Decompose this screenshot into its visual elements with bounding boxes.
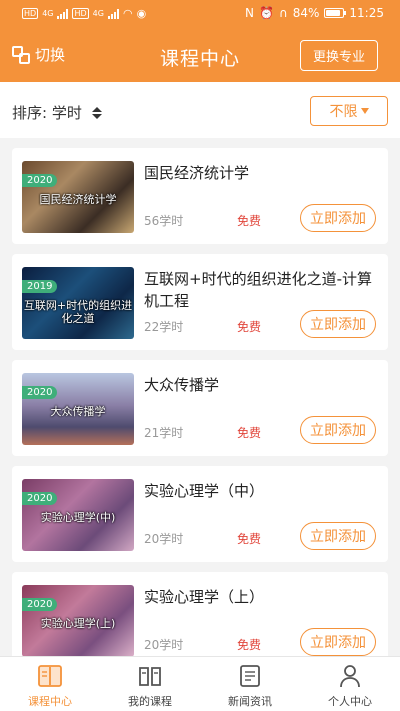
price-label: 免费 <box>237 532 262 546</box>
course-thumbnail: 2020 实验心理学(中) <box>22 479 134 551</box>
year-tag: 2020 <box>22 174 58 187</box>
course-card[interactable]: 2019 互联网+时代的组织进化之道 互联网+时代的组织进化之道-计算机工程 2… <box>12 254 388 350</box>
course-hours: 20学时 <box>144 532 184 546</box>
sort-bar: 排序: 学时 不限 <box>0 82 400 138</box>
signal-icon <box>57 8 69 19</box>
headphone-icon: ∩ <box>278 6 288 20</box>
tab-news[interactable]: 新闻资讯 <box>200 657 300 711</box>
clock: 11:25 <box>349 6 384 20</box>
add-course-button[interactable]: 立即添加 <box>300 204 376 232</box>
tab-label: 课程中心 <box>28 695 72 708</box>
eye-icon: ◉ <box>136 7 147 20</box>
course-card[interactable]: 2020 实验心理学(上) 实验心理学（上） 20学时 免费 立即添加 <box>12 572 388 668</box>
signal-icon <box>107 8 119 19</box>
header-bar: HD 4G HD 4G ◠ ◉ N ⏰ ∩ 84% 11:25 切换 课程中心 … <box>0 0 400 82</box>
network-type: 4G <box>92 9 104 18</box>
nfc-icon: N <box>245 6 254 20</box>
alarm-icon: ⏰ <box>258 6 274 20</box>
course-title: 大众传播学 <box>144 376 220 394</box>
thumbnail-caption: 实验心理学(中) <box>40 511 116 524</box>
tab-label: 我的课程 <box>128 695 172 708</box>
filter-dropdown[interactable]: 不限 <box>310 96 388 126</box>
year-tag: 2020 <box>22 386 58 399</box>
course-title: 实验心理学（上） <box>144 588 265 606</box>
hd-badge: HD <box>72 8 89 19</box>
thumbnail-caption: 实验心理学(上) <box>40 617 116 630</box>
tab-my-courses[interactable]: 我的课程 <box>100 657 200 711</box>
course-title: 实验心理学（中） <box>144 482 265 500</box>
tab-course-center[interactable]: 课程中心 <box>0 657 100 711</box>
year-tag: 2019 <box>22 280 58 293</box>
add-course-button[interactable]: 立即添加 <box>300 310 376 338</box>
price-label: 免费 <box>237 426 262 440</box>
tab-profile[interactable]: 个人中心 <box>300 657 400 711</box>
year-tag: 2020 <box>22 492 58 505</box>
tab-label: 个人中心 <box>328 695 372 708</box>
course-thumbnail: 2020 实验心理学(上) <box>22 585 134 657</box>
status-bar: HD 4G HD 4G ◠ ◉ N ⏰ ∩ 84% 11:25 <box>0 0 400 28</box>
thumbnail-caption: 互联网+时代的组织进化之道 <box>23 299 133 325</box>
change-major-button[interactable]: 更换专业 <box>300 40 378 71</box>
person-icon <box>340 665 360 688</box>
course-hours: 56学时 <box>144 214 184 228</box>
course-card[interactable]: 2020 实验心理学(中) 实验心理学（中） 20学时 免费 立即添加 <box>12 466 388 562</box>
sort-arrows-icon <box>91 106 102 119</box>
price-label: 免费 <box>237 320 262 334</box>
sort-by-hours[interactable]: 排序: 学时 <box>12 102 102 123</box>
course-title: 国民经济统计学 <box>144 164 250 182</box>
course-title: 互联网+时代的组织进化之道-计算机工程 <box>144 270 372 310</box>
course-card[interactable]: 2020 国民经济统计学 国民经济统计学 56学时 免费 立即添加 <box>12 148 388 244</box>
chevron-down-icon <box>360 108 369 114</box>
network-indicators: HD 4G HD 4G ◠ ◉ <box>22 7 146 20</box>
status-right: N ⏰ ∩ 84% 11:25 <box>245 6 384 20</box>
add-course-button[interactable]: 立即添加 <box>300 522 376 550</box>
book-open-icon <box>38 665 62 687</box>
course-thumbnail: 2020 大众传播学 <box>22 373 134 445</box>
course-hours: 22学时 <box>144 320 184 334</box>
year-tag: 2020 <box>22 598 58 611</box>
wifi-icon: ◠ <box>122 7 133 20</box>
thumbnail-caption: 国民经济统计学 <box>39 193 117 206</box>
hd-badge: HD <box>22 8 39 19</box>
news-icon <box>240 665 260 687</box>
course-thumbnail: 2020 国民经济统计学 <box>22 161 134 233</box>
bottom-tab-bar: 课程中心 我的课程 新闻资讯 个人中心 <box>0 656 400 711</box>
battery-icon <box>324 8 347 18</box>
price-label: 免费 <box>237 214 262 228</box>
battery-percent: 84% <box>292 6 320 20</box>
course-hours: 21学时 <box>144 426 184 440</box>
thumbnail-caption: 大众传播学 <box>50 405 106 418</box>
add-course-button[interactable]: 立即添加 <box>300 416 376 444</box>
course-thumbnail: 2019 互联网+时代的组织进化之道 <box>22 267 134 339</box>
course-hours: 20学时 <box>144 638 184 652</box>
sort-label: 排序: 学时 <box>12 104 82 122</box>
tab-label: 新闻资讯 <box>228 695 272 708</box>
course-card[interactable]: 2020 大众传播学 大众传播学 21学时 免费 立即添加 <box>12 360 388 456</box>
add-course-button[interactable]: 立即添加 <box>300 628 376 656</box>
network-type: 4G <box>42 9 54 18</box>
filter-label: 不限 <box>329 104 358 120</box>
books-icon <box>139 667 161 686</box>
price-label: 免费 <box>237 638 262 652</box>
